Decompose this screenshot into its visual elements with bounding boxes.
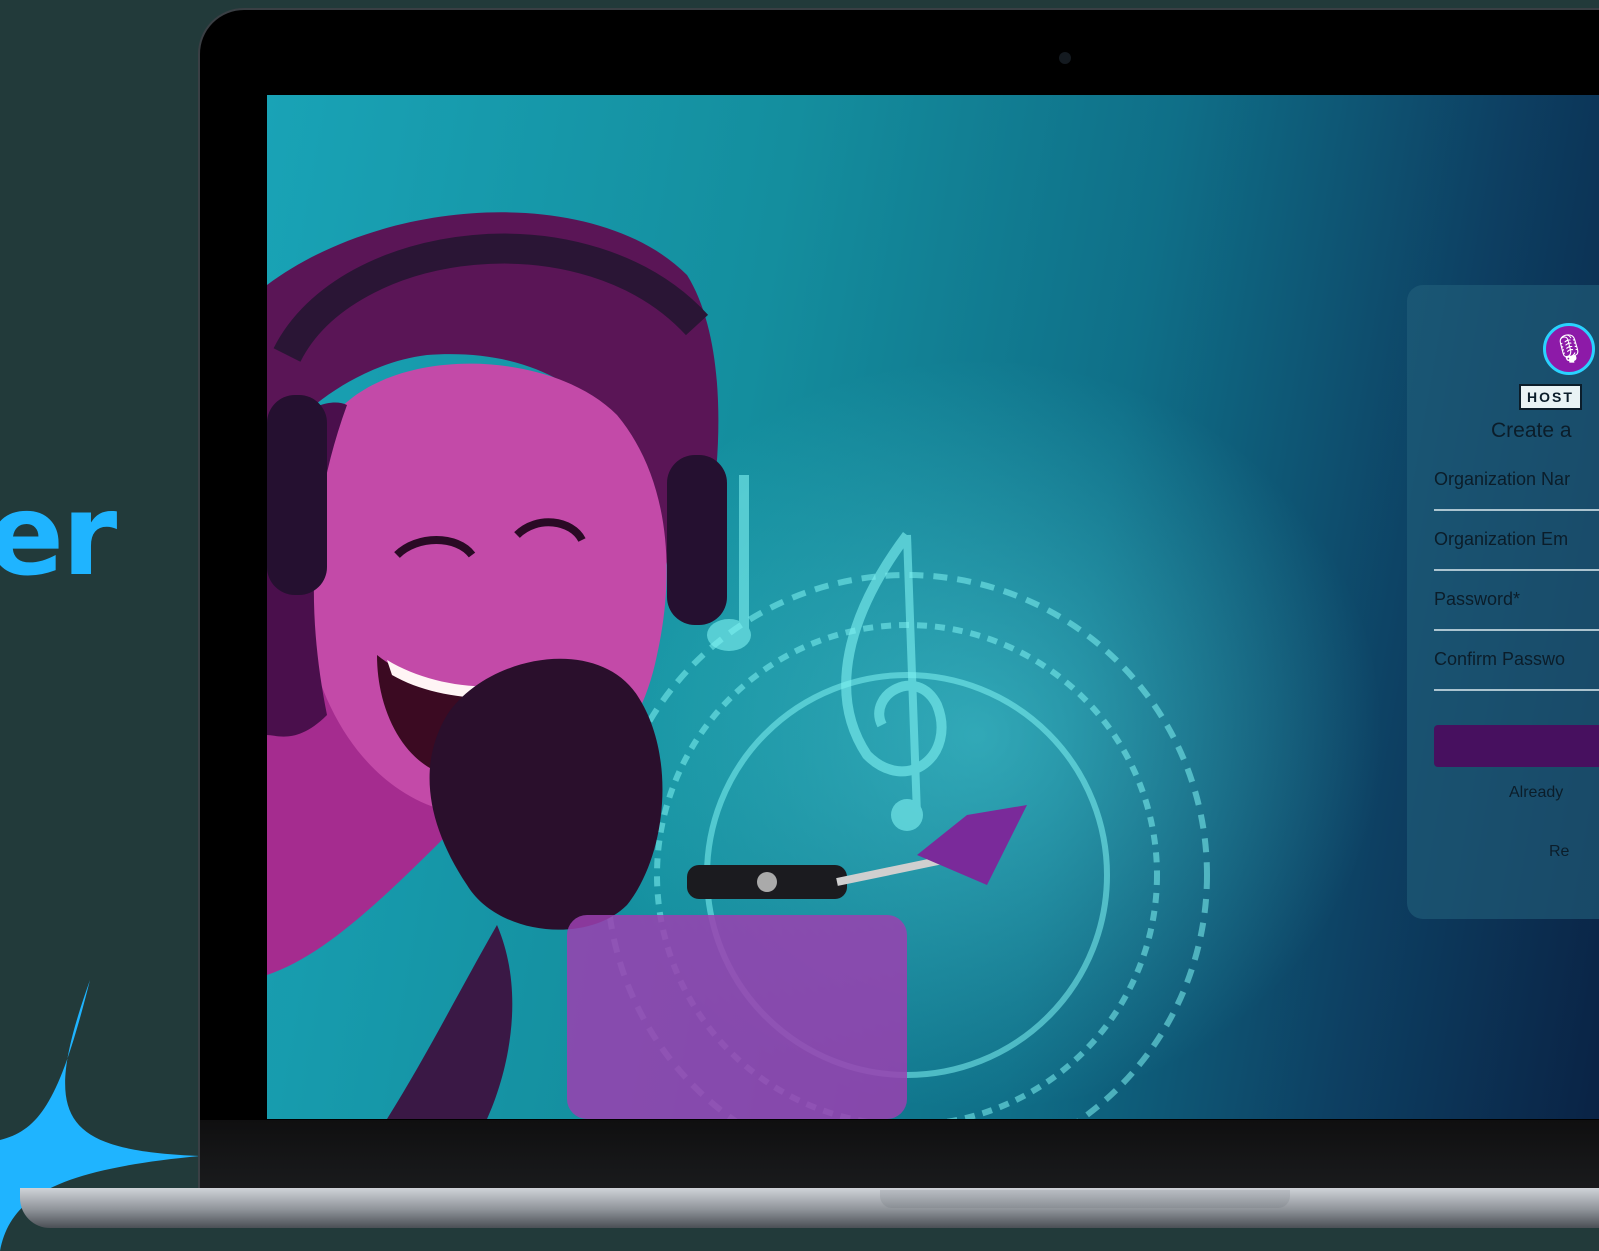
marketing-headline: er	[0, 471, 117, 601]
password-input[interactable]	[1434, 589, 1599, 631]
organization-email-input[interactable]	[1434, 529, 1599, 571]
camera-icon	[1059, 52, 1071, 64]
form-title: Create a	[1491, 419, 1572, 442]
organization-name-field[interactable]: Organization Nar	[1434, 469, 1599, 511]
submit-button[interactable]	[1434, 725, 1599, 767]
password-field[interactable]: Password*	[1434, 589, 1599, 631]
secondary-link[interactable]: Re	[1549, 843, 1569, 861]
laptop-bezel-bottom	[200, 1120, 1599, 1190]
laptop-base	[20, 1188, 1599, 1228]
laptop-hinge-notch	[880, 1190, 1290, 1208]
signup-card: 🎙 HOST Create a Organization Nar Organiz…	[1407, 285, 1599, 919]
logo-wordmark: HOST	[1519, 384, 1582, 410]
already-have-account-text[interactable]: Already	[1509, 784, 1563, 802]
organization-name-input[interactable]	[1434, 469, 1599, 511]
organization-email-field[interactable]: Organization Em	[1434, 529, 1599, 571]
podcaster-photo	[267, 212, 1210, 1119]
laptop-screen: 🎙 HOST Create a Organization Nar Organiz…	[267, 95, 1599, 1119]
microphone-icon: 🎙	[1543, 323, 1595, 375]
confirm-password-input[interactable]	[1434, 649, 1599, 691]
confirm-password-field[interactable]: Confirm Passwo	[1434, 649, 1599, 691]
